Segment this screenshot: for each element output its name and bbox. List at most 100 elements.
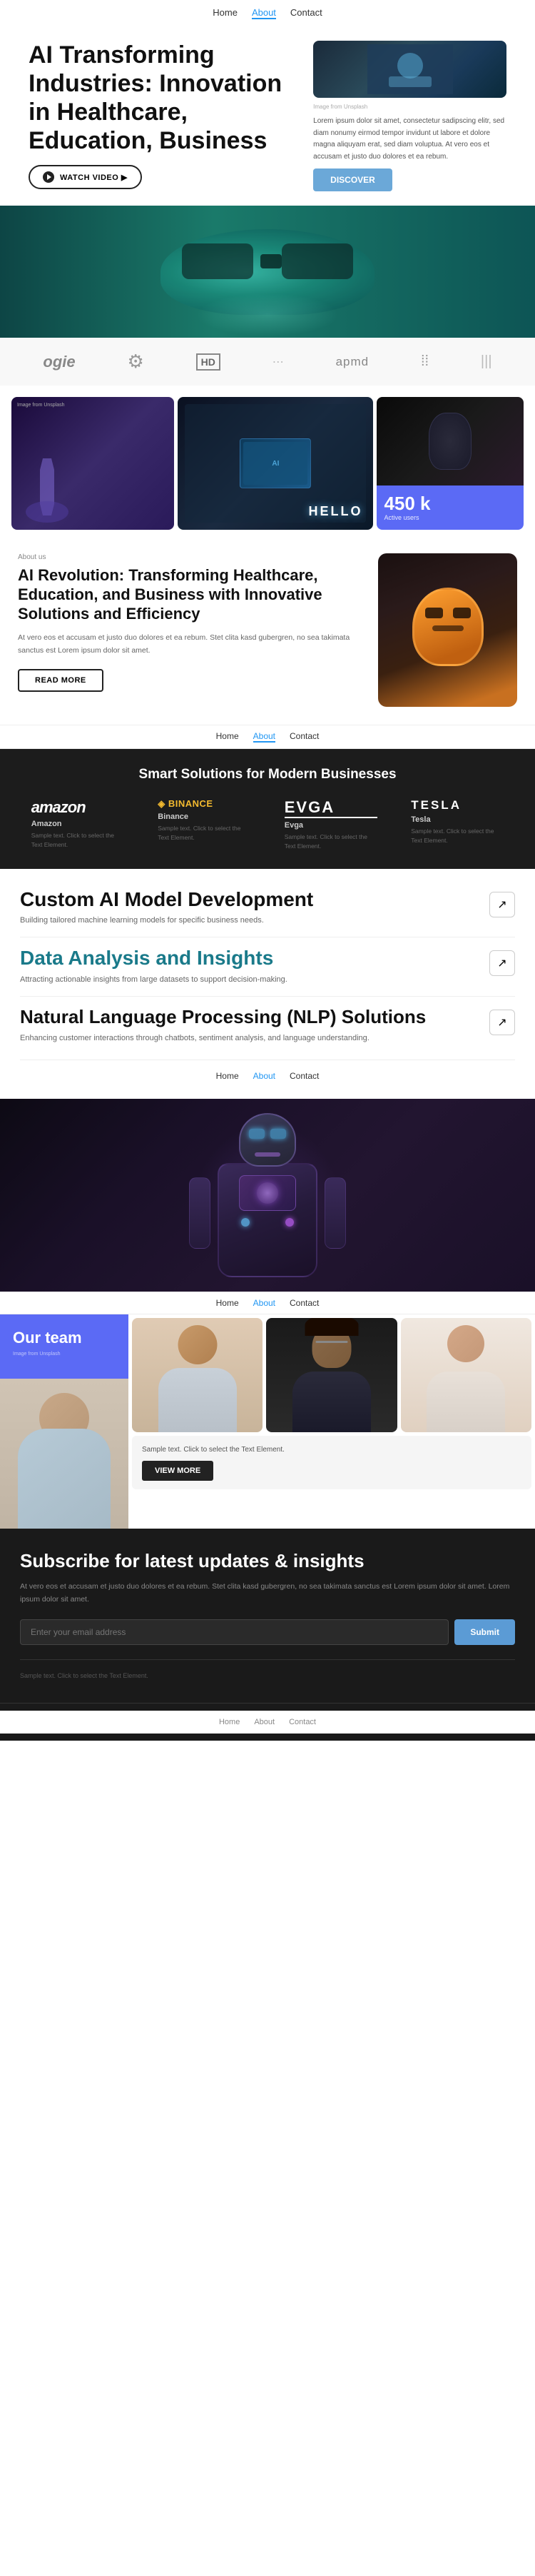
service-desc-3: Enhancing customer interactions through …: [20, 1032, 426, 1045]
evga-logo: EVGA: [285, 798, 377, 818]
team-nav: Home About Contact: [0, 1292, 535, 1314]
nav-home[interactable]: Home: [213, 7, 238, 19]
team-image-caption: Image from Unsplash: [13, 1352, 116, 1357]
evga-name: Evga: [285, 821, 377, 830]
play-icon: [43, 171, 54, 183]
evga-desc: Sample text. Click to select the Text El…: [285, 832, 377, 851]
amazon-desc: Sample text. Click to select the Text El…: [31, 831, 124, 850]
services-nav-about[interactable]: About: [253, 1071, 275, 1081]
team-card: Sample text. Click to select the Text El…: [132, 1436, 531, 1490]
logo-bb: ⁞⁞: [421, 353, 429, 370]
binance-logo: ◈ BINANCE: [158, 798, 250, 810]
service-item-2: Data Analysis and Insights Attracting ac…: [20, 947, 515, 986]
read-more-button[interactable]: READ MORE: [18, 669, 103, 692]
service-item-1: Custom AI Model Development Building tai…: [20, 889, 515, 927]
grid-image-middle: AI HELLO: [178, 397, 373, 530]
subscribe-title: Subscribe for latest updates & insights: [20, 1550, 515, 1573]
logo-hd: HD: [196, 353, 220, 371]
about-text: At vero eos et accusam et justo duo dolo…: [18, 632, 365, 658]
service-link-btn-3[interactable]: ↗: [489, 1010, 515, 1035]
service-link-btn-1[interactable]: ↗: [489, 892, 515, 917]
footer-nav-contact[interactable]: Contact: [289, 1718, 316, 1726]
logo-ogie: ogie: [43, 353, 75, 371]
logo-tri: |||: [481, 353, 492, 370]
about-nav: Home About Contact: [0, 725, 535, 749]
logos-section: ogie ⚙ HD ⋯ apmd ⁞⁞ |||: [0, 338, 535, 386]
partner-binance: ◈ BINANCE Binance Sample text. Click to …: [158, 798, 250, 851]
logo-dots: ⋯: [272, 355, 284, 369]
service-title-1: Custom AI Model Development: [20, 889, 313, 910]
image-grid-section: Image from Unsplash AI HELLO 450 k Activ…: [0, 386, 535, 535]
grid-image-left: Image from Unsplash: [11, 397, 174, 530]
team-nav-home[interactable]: Home: [216, 1298, 239, 1308]
hello-text: HELLO: [308, 504, 362, 519]
amazon-name: Amazon: [31, 820, 124, 828]
grid-caption-left: Image from Unsplash: [17, 403, 65, 408]
amazon-logo: amazon: [31, 798, 124, 817]
about-nav-contact[interactable]: Contact: [290, 731, 319, 743]
service-link-btn-2[interactable]: ↗: [489, 950, 515, 976]
robot-banner: [0, 1099, 535, 1292]
footer-nav-home[interactable]: Home: [219, 1718, 240, 1726]
footer: Home About Contact: [0, 1703, 535, 1741]
service-title-2: Data Analysis and Insights: [20, 947, 287, 968]
grid-image-right: 450 k Active users: [377, 397, 524, 530]
hero-section: AI Transforming Industries: Innovation i…: [0, 26, 535, 198]
subscribe-section: Subscribe for latest updates & insights …: [0, 1529, 535, 1703]
partner-amazon: amazon Amazon Sample text. Click to sele…: [31, 798, 124, 851]
team-nav-about[interactable]: About: [253, 1298, 275, 1308]
nav-about[interactable]: About: [252, 7, 276, 19]
team-section: Home About Contact Our team Image from U…: [0, 1292, 535, 1529]
tesla-desc: Sample text. Click to select the Text El…: [411, 827, 504, 845]
about-nav-about[interactable]: About: [253, 731, 275, 743]
view-more-button[interactable]: VIEW MORE: [142, 1461, 213, 1481]
services-nav: Home About Contact: [20, 1060, 515, 1085]
binance-name: Binance: [158, 812, 250, 821]
tesla-name: Tesla: [411, 815, 504, 824]
about-nav-home[interactable]: Home: [216, 731, 239, 743]
hero-title: AI Transforming Industries: Innovation i…: [29, 41, 299, 155]
services-nav-home[interactable]: Home: [216, 1071, 239, 1081]
vr-banner: [0, 206, 535, 338]
subscribe-email-input[interactable]: [20, 1619, 449, 1645]
partner-tesla: TESLA Tesla Sample text. Click to select…: [411, 798, 504, 851]
service-desc-1: Building tailored machine learning model…: [20, 915, 313, 927]
main-nav: Home About Contact: [0, 0, 535, 26]
hero-image: [313, 41, 506, 98]
our-team-label: Our team Image from Unsplash: [0, 1314, 128, 1379]
watch-video-button[interactable]: WATCH VIDEO ▶: [29, 165, 142, 189]
logo-gear: ⚙: [128, 351, 144, 373]
tesla-logo: TESLA: [411, 798, 504, 812]
team-photo-1: [132, 1318, 263, 1432]
active-count: 450 k: [384, 494, 516, 513]
service-desc-2: Attracting actionable insights from larg…: [20, 974, 287, 987]
team-sample-text: Sample text. Click to select the Text El…: [142, 1444, 521, 1456]
team-photo-2: [266, 1318, 397, 1432]
about-section: About us AI Revolution: Transforming Hea…: [0, 535, 535, 725]
about-tag: About us: [18, 553, 365, 561]
service-item-3: Natural Language Processing (NLP) Soluti…: [20, 1007, 515, 1045]
active-label: Active users: [384, 514, 516, 521]
subscribe-text: At vero eos et accusam et justo duo dolo…: [20, 1581, 515, 1606]
partners-section: Smart Solutions for Modern Businesses am…: [0, 749, 535, 869]
services-section: Custom AI Model Development Building tai…: [0, 869, 535, 1099]
binance-desc: Sample text. Click to select the Text El…: [158, 824, 250, 842]
partners-title: Smart Solutions for Modern Businesses: [18, 767, 517, 783]
nav-contact[interactable]: Contact: [290, 7, 322, 19]
footer-nav: Home About Contact: [0, 1711, 535, 1734]
logo-apmd: apmd: [336, 355, 370, 369]
team-nav-contact[interactable]: Contact: [290, 1298, 319, 1308]
subscribe-bottom-text: Sample text. Click to select the Text El…: [20, 1672, 148, 1679]
discover-button[interactable]: DISCOVER: [313, 168, 392, 191]
subscribe-submit-button[interactable]: Submit: [454, 1619, 515, 1645]
service-title-3: Natural Language Processing (NLP) Soluti…: [20, 1007, 426, 1027]
about-robot-image: [378, 553, 517, 707]
team-photo-3: [401, 1318, 531, 1432]
services-nav-contact[interactable]: Contact: [290, 1071, 319, 1081]
partner-evga: EVGA Evga Sample text. Click to select t…: [285, 798, 377, 851]
about-title: AI Revolution: Transforming Healthcare, …: [18, 566, 365, 623]
hero-body-text: Lorem ipsum dolor sit amet, consectetur …: [313, 116, 506, 163]
team-photo-main: [0, 1379, 128, 1529]
hero-image-caption: Image from Unsplash: [313, 104, 506, 110]
footer-nav-about[interactable]: About: [254, 1718, 275, 1726]
